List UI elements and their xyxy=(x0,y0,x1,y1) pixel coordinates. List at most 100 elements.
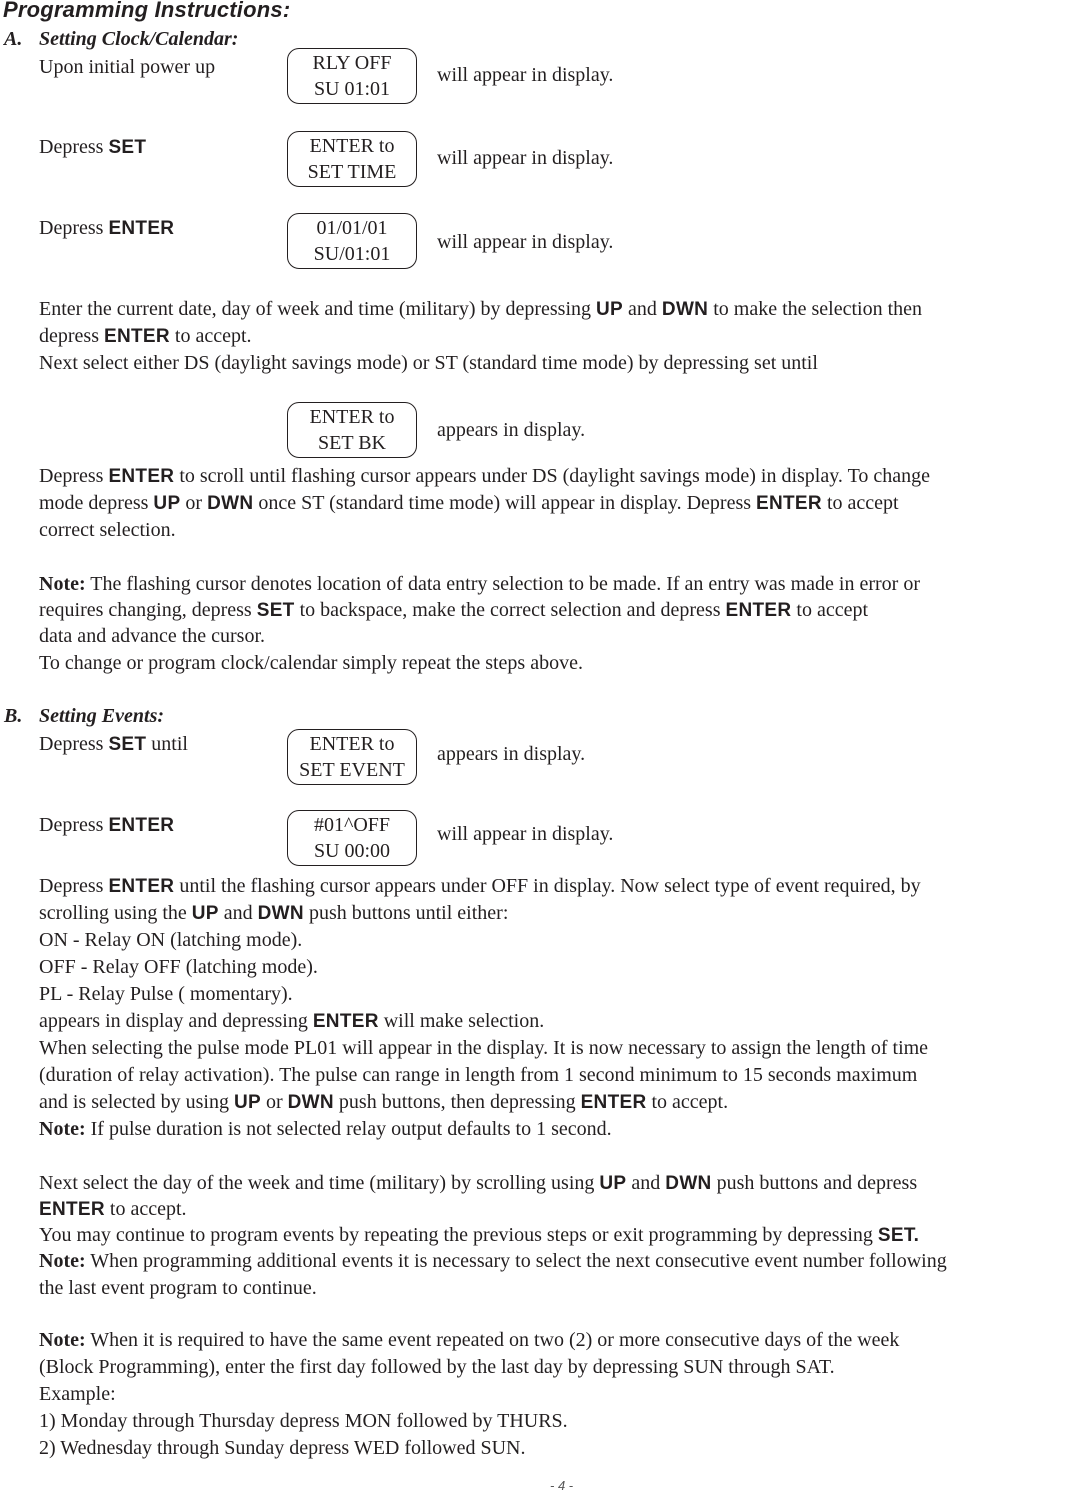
page-number: - 4 - xyxy=(550,1478,574,1493)
note-label: Note: xyxy=(39,1250,86,1272)
lcd-line-2: SU 01:01 xyxy=(313,78,391,100)
text: will make selection. xyxy=(378,1010,545,1032)
step-b1-text: Depress SET until xyxy=(39,731,188,758)
paragraph-line: correct selection. xyxy=(39,519,176,541)
text: Enter the current date, day of week and … xyxy=(39,298,597,320)
paragraph-line: the last event program to continue. xyxy=(39,1277,317,1299)
lcd-display-set-bk: ENTER to SET BK xyxy=(287,402,417,458)
step-a3-text: Depress ENTER xyxy=(39,215,174,242)
section-a-heading: Setting Clock/Calendar: xyxy=(39,28,239,50)
lcd-display-set-time: ENTER to SET TIME xyxy=(287,131,417,187)
key-enter: ENTER xyxy=(39,1199,105,1220)
paragraph-line: You may continue to program events by re… xyxy=(39,1222,919,1249)
paragraph-line: Depress ENTER to scroll until flashing c… xyxy=(39,463,930,490)
step-a1-after: will appear in display. xyxy=(437,64,614,86)
key-up: UP xyxy=(599,1173,627,1194)
text: to backspace, make the correct selection… xyxy=(294,599,726,621)
lcd-line-1: RLY OFF xyxy=(312,52,392,74)
note-label: Note: xyxy=(39,1118,86,1140)
lcd-display-set-event: ENTER to SET EVENT xyxy=(287,729,417,785)
key-dwn: DWN xyxy=(257,903,304,924)
step-b1-after: appears in display. xyxy=(437,743,586,765)
key-dwn: DWN xyxy=(207,493,254,514)
text: until xyxy=(146,733,188,755)
text: Next select the day of the week and time… xyxy=(39,1172,600,1194)
lcd-line-2: SU 00:00 xyxy=(313,840,391,862)
paragraph-line: mode depress UP or DWN once ST (standard… xyxy=(39,490,899,517)
text: Depress xyxy=(39,136,109,158)
text: push buttons and depress xyxy=(711,1172,918,1194)
paragraph-line: appears in display and depressing ENTER … xyxy=(39,1008,544,1035)
key-enter: ENTER xyxy=(756,493,822,514)
key-enter: ENTER xyxy=(312,1011,379,1032)
note-line: Note: If pulse duration is not selected … xyxy=(39,1116,612,1143)
text: Depress xyxy=(39,217,109,239)
note-line: data and advance the cursor. xyxy=(39,625,266,647)
key-set: SET xyxy=(108,137,147,158)
text: once ST (standard time mode) will appear… xyxy=(253,492,757,514)
lcd-line-1: ENTER to xyxy=(309,135,395,157)
paragraph-line: 2) Wednesday through Sunday depress WED … xyxy=(39,1437,526,1459)
key-set: SET xyxy=(256,600,295,621)
paragraph-line: OFF - Relay OFF (latching mode). xyxy=(39,956,318,978)
text: to scroll until flashing cursor appears … xyxy=(174,465,931,487)
text: to accept xyxy=(821,492,899,514)
lcd-line-2: SET TIME xyxy=(307,161,397,183)
note-label: Note: xyxy=(39,573,86,595)
paragraph-line: Depress ENTER until the flashing cursor … xyxy=(39,873,921,900)
key-enter: ENTER xyxy=(580,1092,647,1113)
section-b-label: B. xyxy=(4,705,23,727)
text: and xyxy=(218,902,258,924)
note-line: To change or program clock/calendar simp… xyxy=(39,652,583,674)
paragraph-line: ON - Relay ON (latching mode). xyxy=(39,929,303,951)
text: push buttons until either: xyxy=(303,902,509,924)
text: If pulse duration is not selected relay … xyxy=(85,1118,612,1140)
lcd-display-event-01: #01^OFF SU 00:00 xyxy=(287,810,417,866)
text: Depress xyxy=(39,875,109,897)
step-b2-text: Depress ENTER xyxy=(39,812,174,839)
lcd-line-1: #01^OFF xyxy=(313,814,391,836)
lcd-line-1: 01/01/01 xyxy=(316,217,388,239)
key-enter: ENTER xyxy=(108,218,175,239)
lcd-line-2: SU/01:01 xyxy=(313,243,391,265)
text: push buttons, then depressing xyxy=(333,1091,581,1113)
section-b-heading: Setting Events: xyxy=(39,705,165,727)
page-title: Programming Instructions: xyxy=(3,0,291,22)
text: until the flashing cursor appears under … xyxy=(174,875,921,897)
text: to accept. xyxy=(104,1198,187,1220)
step-b2-after: will appear in display. xyxy=(437,823,614,845)
text: You may continue to program events by re… xyxy=(39,1224,878,1246)
lcd-display-date: 01/01/01 SU/01:01 xyxy=(287,213,417,269)
step-a1-text: Upon initial power up xyxy=(39,56,216,78)
key-enter: ENTER xyxy=(103,326,170,347)
paragraph-line: (duration of relay activation). The puls… xyxy=(39,1064,918,1086)
key-up: UP xyxy=(596,299,624,320)
text: depress xyxy=(39,325,104,347)
key-set: SET. xyxy=(877,1225,920,1246)
text: to accept xyxy=(791,599,869,621)
step-a2-after: will appear in display. xyxy=(437,147,614,169)
paragraph-line: Next select either DS (daylight savings … xyxy=(39,352,818,374)
lcd-line-1: ENTER to xyxy=(309,406,395,428)
key-dwn: DWN xyxy=(661,299,709,320)
lcd-display-rly-off: RLY OFF SU 01:01 xyxy=(287,48,417,104)
note-line: Note: When programming additional events… xyxy=(39,1248,947,1275)
text: appears in display and depressing xyxy=(39,1010,313,1032)
key-dwn: DWN xyxy=(665,1173,712,1194)
key-enter: ENTER xyxy=(725,600,792,621)
key-enter: ENTER xyxy=(108,876,175,897)
note-line: requires changing, depress SET to backsp… xyxy=(39,597,868,624)
text: and xyxy=(623,298,662,320)
text: to make the selection then xyxy=(708,298,923,320)
key-up: UP xyxy=(153,493,181,514)
paragraph-line: When selecting the pulse mode PL01 will … xyxy=(39,1037,929,1059)
step-a4-after: appears in display. xyxy=(437,419,586,441)
paragraph-line: Example: xyxy=(39,1383,116,1405)
text: The flashing cursor denotes location of … xyxy=(85,573,920,595)
section-a-label: A. xyxy=(4,28,23,50)
text: Depress xyxy=(39,814,109,836)
paragraph-line: PL - Relay Pulse ( momentary). xyxy=(39,983,293,1005)
key-enter: ENTER xyxy=(108,466,175,487)
lcd-line-2: SET BK xyxy=(318,432,386,454)
text: or xyxy=(260,1091,288,1113)
